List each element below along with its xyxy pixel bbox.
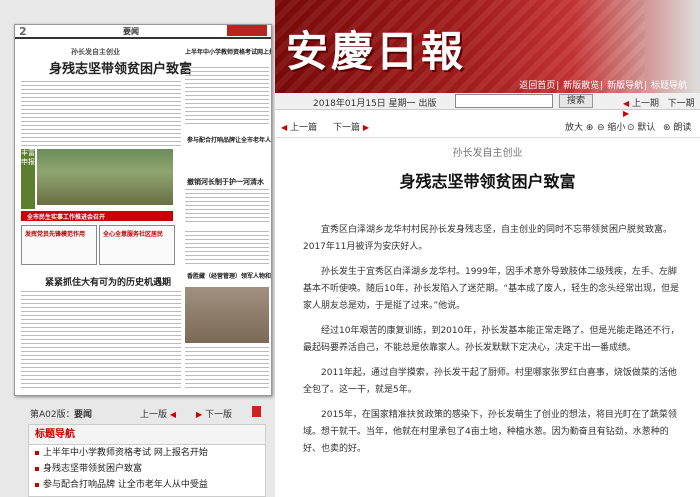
date-search-bar: 2018年01月15日 星期一 出版 搜索 ◀ 上一期 下一期 ▶ [275,93,700,118]
article-paragraph: 2011年起，通过自学摸索，孙长发干起了厨师。村里哪家张罗红白喜事，烧饭做菜的活… [303,368,677,395]
article-toolbar: ◀ 上一篇 下一篇 ▶ 放大 ⊕ ⊖ 缩小 ⊙ 默认 ⊛ 朗读 [275,110,700,138]
page-number-label: 第A02版： [30,410,75,420]
article-paragraph: 宜秀区白泽湖乡龙华村村民孙长发身残志坚，自主创业的同时不忘带领贫困户脱贫致富。2… [303,225,673,252]
title-nav-item[interactable]: 身残志坚带领贫困户致富 [29,461,265,477]
arrow-left-icon: ◀ [281,123,288,132]
thumb-page-number: 2 [19,25,27,38]
thumb-side-column: 上半年中小学教师资格考试网上报名开始 [185,47,271,129]
speaker-icon: ⊛ [663,123,671,133]
zoom-in-button[interactable]: 放大 ⊕ [565,120,593,133]
thumb-text-block [21,81,181,147]
thumb-header: 2 要闻 [15,25,271,39]
thumb-logo [227,25,267,36]
title-navigation-header: 标题导航 [29,425,265,445]
zoom-out-button[interactable]: ⊖ 缩小 [597,120,625,133]
next-issue-link[interactable]: 下一期 [668,99,695,109]
arrow-left-icon: ◀ [623,99,630,108]
article-paragraph: 孙长发生于宜秀区白泽湖乡龙华村。1999年，因手术意外导致肢体二级残疾，左手、左… [303,267,680,311]
default-size-label: 默认 [637,123,656,133]
article-body: 宜秀区白泽湖乡龙华村村民孙长发身残志坚，自主创业的同时不忘带领贫困户脱贫致富。2… [303,222,683,466]
title-nav-item[interactable]: 参与配合打响品牌 让全市老年人从中受益 [29,477,265,493]
prev-issue-link[interactable]: 上一期 [632,99,659,109]
thumb-red-banner: 全市民生实事工作推进会召开 [21,211,173,221]
home-link[interactable]: 返回首页 [519,81,555,91]
next-article-label: 下一篇 [333,123,361,133]
title-nav-item[interactable]: 上半年中小学教师资格考试 网上报名开始 [29,445,265,461]
read-aloud-label: 朗读 [673,123,692,133]
thumb-photo-crowd [185,287,269,343]
thumb-right-bottom-lines [185,347,269,391]
prev-page-label: 上一版 [140,410,168,420]
reset-icon: ⊙ [627,123,635,133]
arrow-right-icon: ▶ [196,410,203,419]
thumb-promo-lines [185,231,269,267]
thumb-side-title: 上半年中小学教师资格考试网上报名开始 [185,49,271,56]
thumb-section: 要闻 [123,27,139,36]
masthead-logo: 安慶日報 [286,27,467,76]
prev-article-label: 上一篇 [290,123,318,133]
next-page-label: 下一版 [205,410,233,420]
article-paragraph: 2015年，在国家精准扶贫政策的感染下，孙长发萌生了创业的想法，将目光盯在了蔬菜… [303,410,677,454]
title-nav-link[interactable]: 标题导航 [651,81,687,91]
arrow-right-icon: ▶ [362,123,370,132]
article-headline: 身残志坚带领贫困户致富 [399,172,576,191]
read-aloud-button[interactable]: ⊛ 朗读 [663,120,691,133]
thumb-side-lines [185,67,269,127]
zoom-out-label: 缩小 [607,123,626,133]
thumb-box-1-text: 发挥党员先锋模范作用 [25,231,86,238]
arrow-left-icon: ◀ [169,410,177,419]
next-article-link[interactable]: 下一篇 ▶ [333,120,369,133]
zoom-in-icon: ⊕ [585,123,594,133]
thumb-mid-title: 撤销河长制于护一河清水 [187,177,264,186]
search-button[interactable]: 搜索 [559,94,593,108]
top-links: 返回首页| 新版散览| 新版导航| 标题导航 [519,81,687,91]
browse-link[interactable]: 新版散览 [563,81,599,91]
nav-link[interactable]: 新版导航 [607,81,643,91]
newspaper-page-thumbnail[interactable]: 2 要闻 孙长发自主创业 身残志坚带领贫困户致富 上半年中小学教师资格考试网上报… [14,24,272,396]
thumb-vertical-label: 丰富申报 [21,149,35,209]
thumb-promo: 香胜藏（经营管理）领军人物和先进个人评选揭晓 [187,273,272,280]
thumb-box-2-text: 全心全意服务社区居民 [103,231,164,238]
title-navigation: 标题导航 上半年中小学教师资格考试 网上报名开始 身残志坚带领贫困户致富 参与配… [28,424,266,497]
pdf-icon[interactable] [252,406,261,417]
thumb-side-title-2: 参与配合打响品牌让全市老年人从中受益 [187,137,272,144]
thumb-bottom-lines [21,291,181,391]
thumb-red-banner-text: 全市民生实事工作推进会召开 [27,214,106,221]
prev-page-link[interactable]: 上一版 ◀ [140,407,176,420]
page-navigation-bar: 第A02版： 要闻 上一版 ◀ ▶ 下一版 [0,404,275,422]
thumb-mid-lines [185,189,269,225]
prev-article-link[interactable]: ◀ 上一篇 [281,120,317,133]
default-size-button[interactable]: ⊙ 默认 [627,120,655,133]
thumb-photo-farm [37,149,173,205]
zoom-out-icon: ⊖ [597,123,605,133]
article-kicker: 孙长发自主创业 [452,148,523,159]
issue-date: 2018年01月15日 星期一 出版 [313,99,437,109]
page-preview-panel: 2 要闻 孙长发自主创业 身残志坚带领贫困户致富 上半年中小学教师资格考试网上报… [0,0,275,497]
thumb-box-1: 发挥党员先锋模范作用 [21,225,97,265]
thumb-headline: 身残志坚带领贫困户致富 [49,62,193,77]
page-section-label: 要闻 [74,410,93,420]
next-page-link[interactable]: ▶ 下一版 [196,407,232,420]
zoom-in-label: 放大 [565,123,584,133]
thumb-bottom-title: 紧紧抓住大有可为的历史机遇期 [45,278,172,288]
article-paragraph: 经过10年艰苦的康复训练，到2010年，孙长发基本能正常走路了。但是光能走路还不… [303,326,680,353]
thumb-vertical-1: 丰富申报 [21,149,35,166]
thumb-box-2: 全心全意服务社区居民 [99,225,175,265]
search-input[interactable] [455,94,553,108]
thumb-kicker: 孙长发自主创业 [71,48,120,56]
article-panel: ◀ 上一篇 下一篇 ▶ 放大 ⊕ ⊖ 缩小 ⊙ 默认 ⊛ 朗读 孙长发自主创业 … [275,110,700,497]
